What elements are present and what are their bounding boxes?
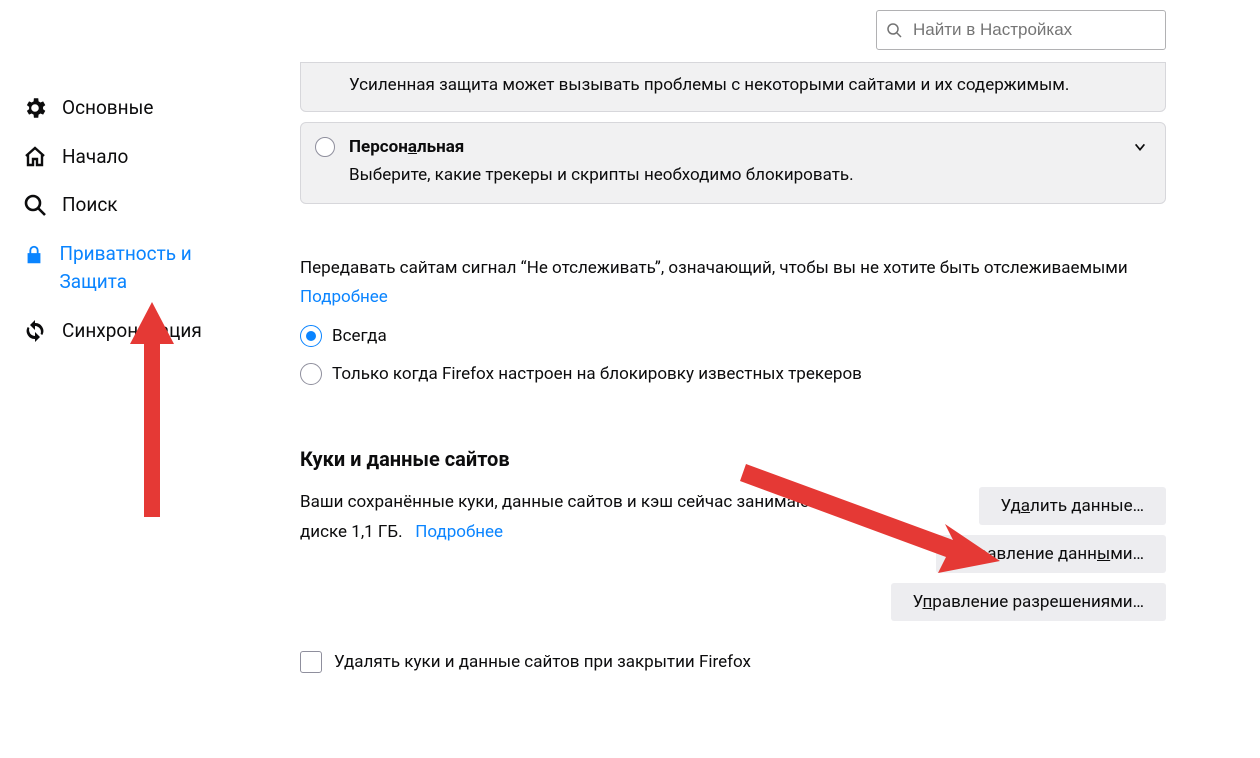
search-wrap [876,10,1166,50]
dnt-learn-more-link[interactable]: Подробнее [300,287,388,307]
lock-icon [22,242,45,268]
radio-label: Только когда Firefox настроен на блокиро… [332,364,862,384]
delete-cookies-on-close-checkbox[interactable]: Удалять куки и данные сайтов при закрыти… [300,651,1166,673]
search-icon [886,22,902,38]
cookies-section-title: Куки и данные сайтов [300,447,1166,471]
sidebar-item-label: Синхронизация [62,317,202,346]
strict-protection-note-box: Усиленная защита может вызывать проблемы… [300,62,1166,112]
search-icon [22,192,48,218]
strict-protection-note: Усиленная защита может вызывать проблемы… [349,75,1069,95]
gear-icon [22,95,48,121]
custom-protection-option[interactable]: Персональная Выберите, какие трекеры и с… [300,122,1166,204]
checkbox-icon [300,651,322,673]
checkbox-label: Удалять куки и данные сайтов при закрыти… [334,652,751,672]
dnt-description: Передавать сайтам сигнал “Не отслеживать… [300,254,1166,283]
dnt-radio-group: Всегда Только когда Firefox настроен на … [300,325,1166,385]
radio-label: Всегда [332,326,387,346]
sync-icon [22,318,48,344]
radio-icon [300,325,322,347]
main-content: Усиленная защита может вызывать проблемы… [300,72,1166,673]
sidebar-item-sync[interactable]: Синхронизация [18,307,248,356]
sidebar-item-privacy[interactable]: Приватность и Защита [18,230,248,307]
custom-protection-title: Персональная [349,137,1147,157]
sidebar: Основные Начало Поиск Приватность и Защи… [18,84,248,355]
sidebar-item-general[interactable]: Основные [18,84,248,133]
cookies-section-row: Ваши сохранённые куки, данные сайтов и к… [300,487,1166,621]
sidebar-item-search[interactable]: Поиск [18,181,248,230]
chevron-down-icon [1133,139,1147,153]
home-icon [22,144,48,170]
sidebar-item-label: Поиск [62,191,118,220]
radio-icon[interactable] [315,137,335,157]
sidebar-item-label: Основные [62,94,153,123]
clear-data-button[interactable]: Удалить данные… [979,487,1166,525]
dnt-always-radio[interactable]: Всегда [300,325,1166,347]
sidebar-item-label: Приватность и Защита [59,240,244,297]
radio-icon [300,363,322,385]
sidebar-item-home[interactable]: Начало [18,133,248,182]
custom-protection-desc: Выберите, какие трекеры и скрипты необхо… [349,165,1147,185]
cookies-learn-more-link[interactable]: Подробнее [415,522,503,542]
manage-data-button[interactable]: Управление данными… [936,535,1166,573]
cookies-description: Ваши сохранённые куки, данные сайтов и к… [300,487,860,548]
search-input[interactable] [876,10,1166,50]
cookies-size: 1,1 ГБ [351,522,398,542]
manage-permissions-button[interactable]: Управление разрешениями… [891,583,1166,621]
cookies-button-column: Удалить данные… Управление данными… Упра… [891,487,1166,621]
dnt-when-blocking-radio[interactable]: Только когда Firefox настроен на блокиро… [300,363,1166,385]
sidebar-item-label: Начало [62,143,128,172]
